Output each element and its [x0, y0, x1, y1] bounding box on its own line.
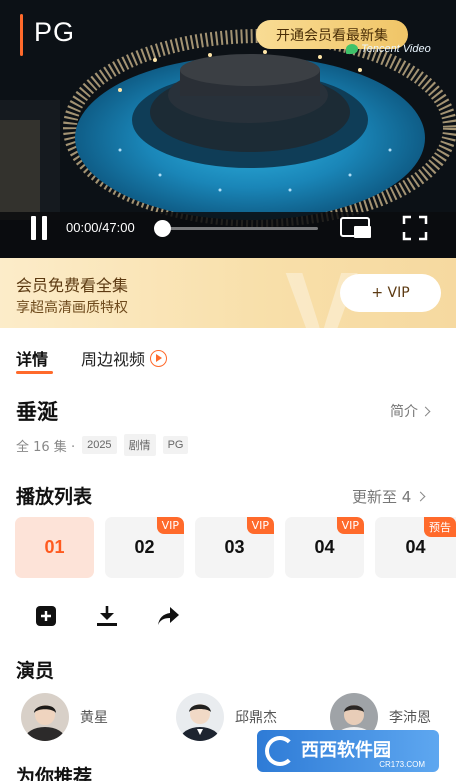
- banner-subtitle: 享超高清画质特权: [16, 300, 128, 316]
- play-circle-icon: [150, 349, 168, 367]
- watermark-text: Tencent Video: [361, 43, 431, 55]
- episode-card[interactable]: 04 VIP: [285, 517, 364, 578]
- vip-badge: VIP: [246, 517, 274, 534]
- actor-item[interactable]: 黄星: [21, 693, 108, 741]
- picture-in-picture-icon[interactable]: [339, 215, 373, 239]
- progress-knob[interactable]: [154, 220, 171, 237]
- episode-card[interactable]: 02 VIP: [105, 517, 184, 578]
- active-tab-indicator: [16, 371, 53, 374]
- avatar: [21, 693, 69, 741]
- vip-badge: VIP: [156, 517, 184, 534]
- tab-details[interactable]: 详情: [16, 346, 48, 370]
- show-title: 垂涎: [16, 400, 58, 424]
- episode-number: 02: [134, 537, 155, 557]
- trailer-badge: 预告: [424, 517, 456, 537]
- fullscreen-icon[interactable]: [402, 215, 428, 241]
- site-logo-icon: [265, 736, 295, 766]
- add-vip-button[interactable]: + VIP: [340, 274, 441, 312]
- tag-year[interactable]: 2025: [82, 436, 117, 454]
- tag-genre[interactable]: 剧情: [123, 434, 156, 456]
- actor-name: 李沛恩: [389, 710, 431, 726]
- content-rating: PG: [34, 17, 76, 47]
- download-icon[interactable]: [95, 604, 119, 628]
- intro-label: 简介: [390, 404, 418, 420]
- episode-number: 04: [314, 537, 335, 557]
- tencent-watermark: Tencent Video: [346, 43, 431, 55]
- actor-name: 黄星: [80, 710, 108, 726]
- chevron-right-icon: [420, 406, 431, 416]
- player-controls: 00:00/47:00: [0, 205, 456, 251]
- site-watermark: 西西软件园 CR173.COM: [257, 730, 439, 772]
- pause-icon[interactable]: [28, 216, 50, 240]
- recommend-title: 为你推荐: [16, 766, 93, 781]
- tencent-video-logo-icon: [346, 44, 358, 54]
- episode-number: 03: [224, 537, 245, 557]
- vip-badge: VIP: [336, 517, 364, 534]
- tab-related-label: 周边视频: [81, 350, 146, 369]
- video-player[interactable]: PG 开通会员看最新集 Tencent Video 00:00/47:00: [0, 0, 456, 258]
- vip-banner: V 会员免费看全集 享超高清画质特权 + VIP: [0, 258, 456, 328]
- cast-title: 演员: [16, 660, 55, 682]
- banner-title: 会员免费看全集: [16, 276, 129, 295]
- episode-number: 04: [405, 537, 426, 557]
- episode-card[interactable]: 04 预告: [375, 517, 456, 578]
- playlist-update-text: 更新至 4: [352, 488, 412, 506]
- tab-related-videos[interactable]: 周边视频: [81, 346, 168, 370]
- progress-slider[interactable]: [154, 220, 318, 237]
- episode-card[interactable]: 01: [15, 517, 94, 578]
- episode-count: 全 16 集 ·: [16, 439, 76, 455]
- rating-accent-bar: [20, 14, 23, 56]
- intro-link[interactable]: 简介: [390, 401, 431, 421]
- actor-name: 邱鼎杰: [235, 710, 277, 726]
- playlist-title: 播放列表: [16, 486, 93, 508]
- show-meta: 全 16 集 · 2025 剧情 PG: [16, 434, 189, 456]
- avatar: [176, 693, 224, 741]
- add-icon[interactable]: [34, 604, 58, 628]
- share-icon[interactable]: [156, 604, 180, 628]
- playback-time: 00:00/47:00: [66, 220, 135, 235]
- episode-number: 01: [44, 537, 65, 557]
- site-watermark-text: 西西软件园: [301, 740, 391, 761]
- tag-rating[interactable]: PG: [162, 436, 189, 454]
- site-watermark-url: CR173.COM: [379, 760, 425, 769]
- chevron-right-icon: [415, 491, 426, 502]
- episode-card[interactable]: 03 VIP: [195, 517, 274, 578]
- playlist-update-link[interactable]: 更新至 4: [352, 486, 426, 507]
